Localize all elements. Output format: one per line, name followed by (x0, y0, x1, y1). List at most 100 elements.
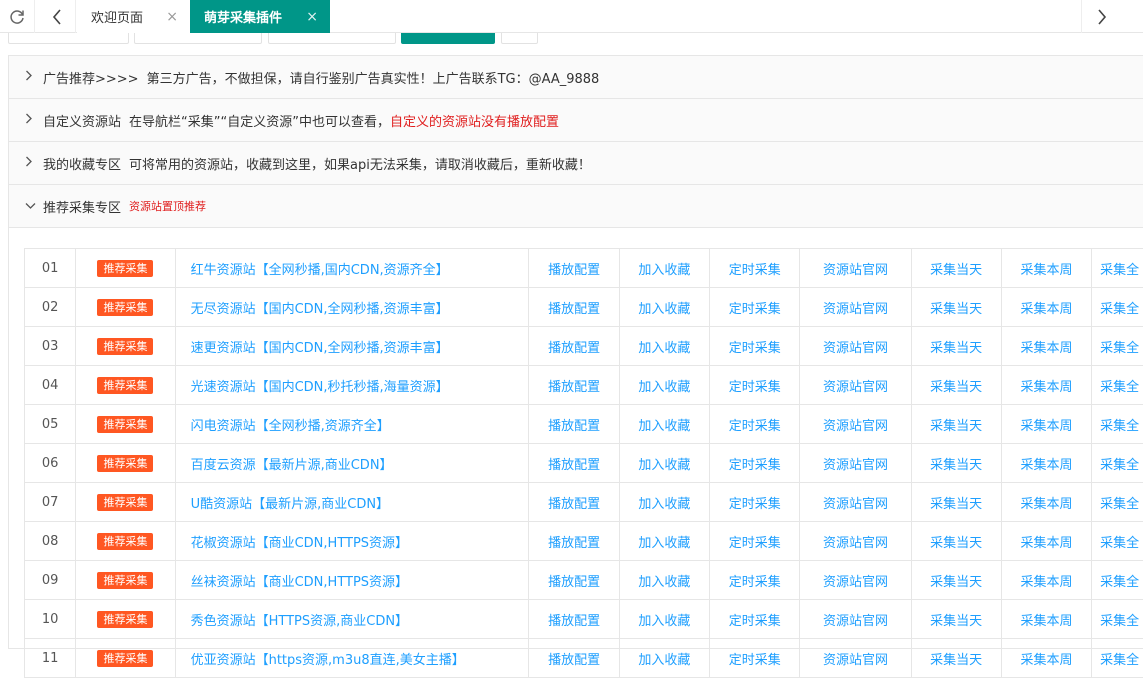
collect-week-link[interactable]: 采集本周 (1001, 639, 1091, 678)
add-favorite-link[interactable]: 加入收藏 (619, 288, 709, 327)
collect-all-link[interactable]: 采集全 (1092, 288, 1143, 327)
collect-today-link[interactable]: 采集当天 (911, 288, 1001, 327)
scheduled-collect-link[interactable]: 定时采集 (710, 405, 800, 444)
play-config-link[interactable]: 播放配置 (529, 483, 619, 522)
site-official-link[interactable]: 资源站官网 (800, 561, 911, 600)
site-name-link[interactable]: 闪电资源站【全网秒播,资源齐全】 (175, 405, 529, 444)
tab-collector-plugin[interactable]: 萌芽采集插件 × (190, 0, 330, 33)
site-official-link[interactable]: 资源站官网 (800, 249, 911, 288)
scheduled-collect-link[interactable]: 定时采集 (710, 327, 800, 366)
panel-favorites-header[interactable]: 我的收藏专区 可将常用的资源站，收藏到这里，如果api无法采集，请取消收藏后，重… (9, 142, 1143, 185)
site-name-link[interactable]: U酷资源站【最新片源,商业CDN】 (175, 483, 529, 522)
add-favorite-link[interactable]: 加入收藏 (619, 366, 709, 405)
site-official-link[interactable]: 资源站官网 (800, 522, 911, 561)
site-official-link[interactable]: 资源站官网 (800, 444, 911, 483)
scheduled-collect-link[interactable]: 定时采集 (710, 483, 800, 522)
toolbar-field[interactable] (134, 33, 262, 44)
close-icon[interactable]: × (166, 9, 178, 25)
play-config-link[interactable]: 播放配置 (529, 405, 619, 444)
add-favorite-link[interactable]: 加入收藏 (619, 249, 709, 288)
add-favorite-link[interactable]: 加入收藏 (619, 483, 709, 522)
site-name-link[interactable]: 红牛资源站【全网秒播,国内CDN,资源齐全】 (175, 249, 529, 288)
panel-custom-header[interactable]: 自定义资源站 在导航栏“采集”“自定义资源”中也可以查看， 自定义的资源站没有播… (9, 99, 1143, 142)
collect-today-link[interactable]: 采集当天 (911, 522, 1001, 561)
collect-all-link[interactable]: 采集全 (1092, 483, 1143, 522)
site-official-link[interactable]: 资源站官网 (800, 405, 911, 444)
scheduled-collect-link[interactable]: 定时采集 (710, 249, 800, 288)
collect-today-link[interactable]: 采集当天 (911, 249, 1001, 288)
add-favorite-link[interactable]: 加入收藏 (619, 444, 709, 483)
site-official-link[interactable]: 资源站官网 (800, 639, 911, 678)
add-favorite-link[interactable]: 加入收藏 (619, 405, 709, 444)
collect-today-link[interactable]: 采集当天 (911, 561, 1001, 600)
collect-week-link[interactable]: 采集本周 (1001, 444, 1091, 483)
collect-today-link[interactable]: 采集当天 (911, 600, 1001, 639)
scheduled-collect-link[interactable]: 定时采集 (710, 639, 800, 678)
play-config-link[interactable]: 播放配置 (529, 444, 619, 483)
site-name-link[interactable]: 光速资源站【国内CDN,秒托秒播,海量资源】 (175, 366, 529, 405)
collect-today-link[interactable]: 采集当天 (911, 483, 1001, 522)
collect-all-link[interactable]: 采集全 (1092, 327, 1143, 366)
play-config-link[interactable]: 播放配置 (529, 561, 619, 600)
tabs-prev-button[interactable] (38, 0, 76, 33)
site-name-link[interactable]: 秀色资源站【HTTPS资源,商业CDN】 (175, 600, 529, 639)
scheduled-collect-link[interactable]: 定时采集 (710, 288, 800, 327)
scheduled-collect-link[interactable]: 定时采集 (710, 522, 800, 561)
site-name-link[interactable]: 优亚资源站【https资源,m3u8直连,美女主播】 (175, 639, 529, 678)
collect-all-link[interactable]: 采集全 (1092, 639, 1143, 678)
add-favorite-link[interactable]: 加入收藏 (619, 639, 709, 678)
add-favorite-link[interactable]: 加入收藏 (619, 522, 709, 561)
site-name-link[interactable]: 花椒资源站【商业CDN,HTTPS资源】 (175, 522, 529, 561)
site-name-link[interactable]: 速更资源站【国内CDN,全网秒播,资源丰富】 (175, 327, 529, 366)
collect-all-link[interactable]: 采集全 (1092, 522, 1143, 561)
toolbar-button[interactable] (501, 33, 538, 44)
collect-today-link[interactable]: 采集当天 (911, 639, 1001, 678)
collect-today-link[interactable]: 采集当天 (911, 366, 1001, 405)
add-favorite-link[interactable]: 加入收藏 (619, 327, 709, 366)
toolbar-field[interactable] (8, 33, 129, 44)
scheduled-collect-link[interactable]: 定时采集 (710, 561, 800, 600)
collect-today-link[interactable]: 采集当天 (911, 444, 1001, 483)
toolbar-field[interactable] (268, 33, 396, 44)
site-official-link[interactable]: 资源站官网 (800, 327, 911, 366)
collect-week-link[interactable]: 采集本周 (1001, 483, 1091, 522)
site-official-link[interactable]: 资源站官网 (800, 366, 911, 405)
site-name-link[interactable]: 无尽资源站【国内CDN,全网秒播,资源丰富】 (175, 288, 529, 327)
toolbar-primary-button[interactable] (401, 33, 495, 44)
add-favorite-link[interactable]: 加入收藏 (619, 600, 709, 639)
play-config-link[interactable]: 播放配置 (529, 366, 619, 405)
collect-week-link[interactable]: 采集本周 (1001, 405, 1091, 444)
play-config-link[interactable]: 播放配置 (529, 288, 619, 327)
collect-all-link[interactable]: 采集全 (1092, 561, 1143, 600)
close-icon[interactable]: × (306, 9, 318, 25)
scheduled-collect-link[interactable]: 定时采集 (710, 444, 800, 483)
collect-all-link[interactable]: 采集全 (1092, 366, 1143, 405)
collect-week-link[interactable]: 采集本周 (1001, 561, 1091, 600)
tabs-next-button[interactable] (1081, 0, 1121, 33)
collect-week-link[interactable]: 采集本周 (1001, 366, 1091, 405)
collect-week-link[interactable]: 采集本周 (1001, 249, 1091, 288)
collect-all-link[interactable]: 采集全 (1092, 249, 1143, 288)
collect-all-link[interactable]: 采集全 (1092, 405, 1143, 444)
add-favorite-link[interactable]: 加入收藏 (619, 561, 709, 600)
site-name-link[interactable]: 百度云资源【最新片源,商业CDN】 (175, 444, 529, 483)
tab-welcome[interactable]: 欢迎页面 × (77, 0, 190, 33)
scheduled-collect-link[interactable]: 定时采集 (710, 366, 800, 405)
refresh-button[interactable] (0, 0, 35, 33)
collect-week-link[interactable]: 采集本周 (1001, 600, 1091, 639)
collect-week-link[interactable]: 采集本周 (1001, 288, 1091, 327)
play-config-link[interactable]: 播放配置 (529, 600, 619, 639)
panel-recommended-header[interactable]: 推荐采集专区 资源站置顶推荐 (9, 185, 1143, 228)
play-config-link[interactable]: 播放配置 (529, 522, 619, 561)
site-official-link[interactable]: 资源站官网 (800, 600, 911, 639)
collect-all-link[interactable]: 采集全 (1092, 600, 1143, 639)
collect-week-link[interactable]: 采集本周 (1001, 522, 1091, 561)
scheduled-collect-link[interactable]: 定时采集 (710, 600, 800, 639)
panel-ads-header[interactable]: 广告推荐>>>> 第三方广告，不做担保，请自行鉴别广告真实性！上广告联系TG：@… (9, 56, 1143, 99)
play-config-link[interactable]: 播放配置 (529, 639, 619, 678)
play-config-link[interactable]: 播放配置 (529, 249, 619, 288)
collect-today-link[interactable]: 采集当天 (911, 327, 1001, 366)
site-official-link[interactable]: 资源站官网 (800, 288, 911, 327)
play-config-link[interactable]: 播放配置 (529, 327, 619, 366)
collect-week-link[interactable]: 采集本周 (1001, 327, 1091, 366)
